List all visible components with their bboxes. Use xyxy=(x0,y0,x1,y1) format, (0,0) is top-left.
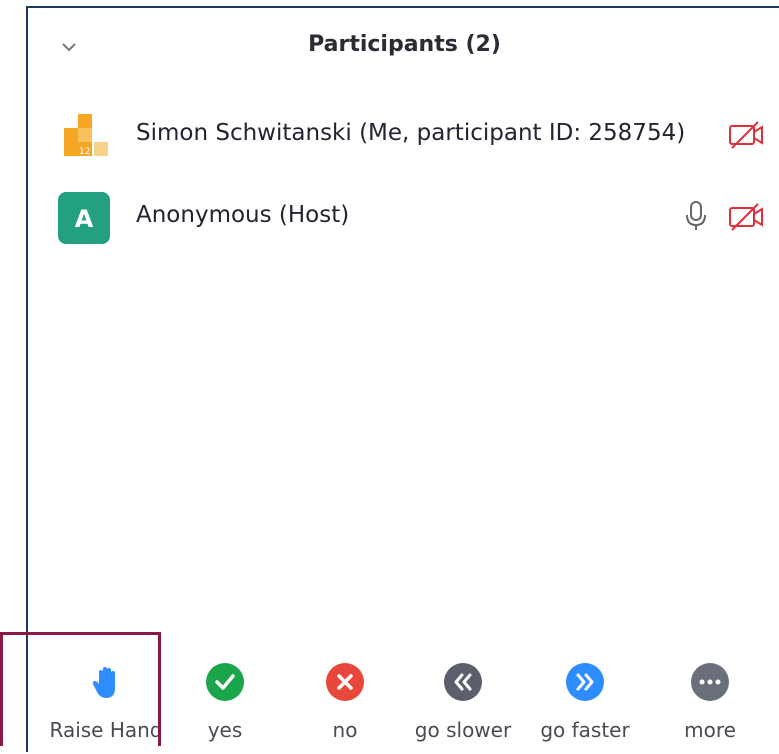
more-label: more xyxy=(684,718,736,742)
participant-row[interactable]: A Anonymous (Host) xyxy=(28,180,779,252)
participant-name: Simon Schwitanski (Me, participant ID: 2… xyxy=(136,120,686,146)
participant-row[interactable]: 12 Simon Schwitanski (Me, participant ID… xyxy=(28,98,779,170)
svg-text:12: 12 xyxy=(79,147,90,157)
yes-label: yes xyxy=(207,718,243,742)
check-icon xyxy=(206,663,244,701)
no-button[interactable]: no xyxy=(304,638,386,754)
go-faster-button[interactable]: go faster xyxy=(532,638,638,754)
rewind-icon xyxy=(444,663,482,701)
microphone-icon[interactable] xyxy=(684,200,708,232)
go-faster-label: go faster xyxy=(540,718,630,742)
zoom-logo-avatar-icon: 12 xyxy=(64,114,108,157)
no-label: no xyxy=(332,718,358,742)
close-icon xyxy=(326,663,364,701)
fast-forward-icon xyxy=(566,663,604,701)
raise-hand-highlight xyxy=(0,632,161,746)
go-slower-label: go slower xyxy=(414,718,512,742)
more-button[interactable]: more xyxy=(668,638,752,754)
video-off-icon[interactable] xyxy=(728,202,764,232)
panel-header: Participants (2) xyxy=(28,8,779,86)
video-off-icon[interactable] xyxy=(728,120,764,150)
go-slower-button[interactable]: go slower xyxy=(408,638,518,754)
yes-button[interactable]: yes xyxy=(184,638,266,754)
panel-title: Participants (2) xyxy=(308,32,501,57)
more-icon xyxy=(691,663,729,701)
participant-name: Anonymous (Host) xyxy=(136,202,350,228)
avatar: A xyxy=(58,192,110,244)
